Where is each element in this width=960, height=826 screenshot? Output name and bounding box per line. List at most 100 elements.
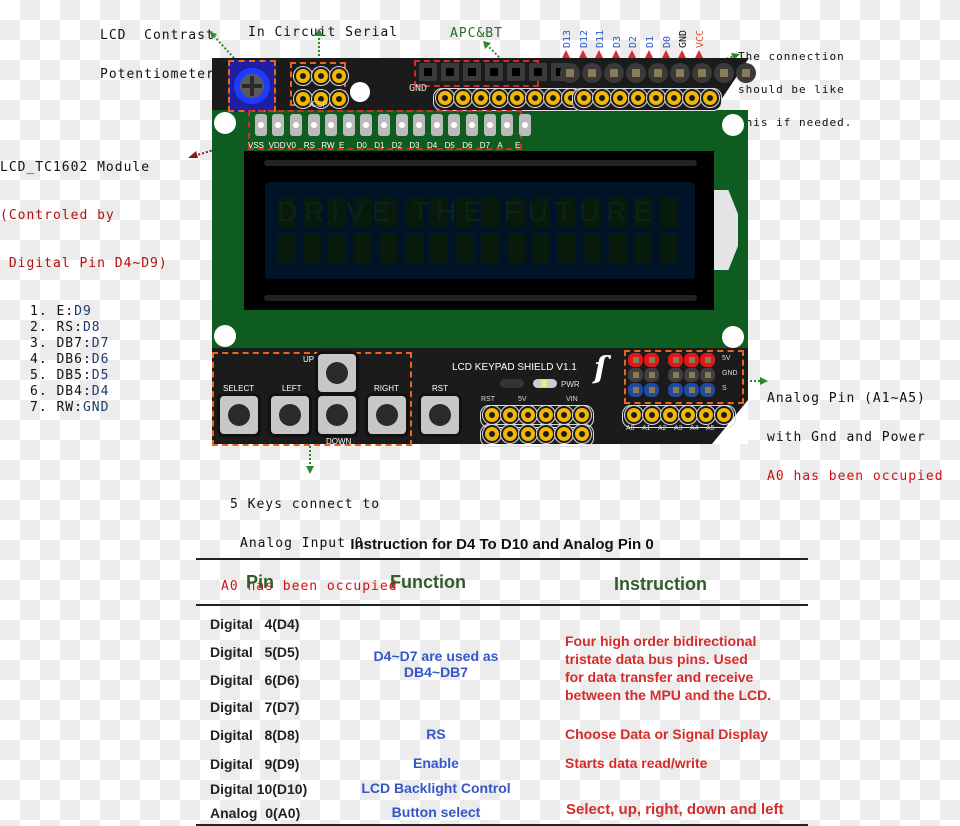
red-arrow-icon (661, 50, 670, 58)
analog-pin (628, 383, 643, 397)
red-arrow-icon (562, 50, 570, 58)
lcd-char-cell (557, 233, 576, 263)
instruction-table: Instruction for D4 To D10 and Analog Pin… (196, 536, 808, 826)
lcd-pin (342, 114, 355, 136)
pin-map-num: 2. (30, 320, 48, 335)
top-header-label: D12 (578, 29, 590, 48)
top-header-label: D2 (628, 35, 640, 48)
lcd-char-cell (353, 233, 372, 263)
lcd-char-cell (608, 233, 627, 263)
analog-pin (700, 383, 715, 397)
lcd-char-cell (659, 197, 678, 227)
pin-map-name: DB5: (56, 368, 92, 383)
analog-row-label: S (722, 385, 727, 392)
top-pin-header (559, 63, 757, 87)
red-arrow-icon (611, 50, 620, 58)
select-label: SELECT (223, 384, 255, 393)
table-row-pin: Digital 8(D8) (210, 727, 300, 743)
top-header-label: D0 (661, 35, 673, 48)
lcd-pin-label: E (339, 141, 345, 150)
analog-pin (644, 353, 659, 367)
right-button[interactable] (368, 396, 406, 434)
analog-pin (644, 383, 659, 397)
table-title: Instruction for D4 To D10 and Analog Pin… (350, 536, 654, 553)
lcd-pin-label: VSS (248, 141, 265, 150)
top-header-label: GND (678, 29, 690, 48)
top-header-label: D11 (595, 29, 607, 48)
header-instruction: Instruction (614, 574, 707, 594)
instruction-a0: Select, up, right, down and left (566, 801, 784, 818)
lcd-pin (465, 114, 478, 136)
lcd-pin (254, 114, 267, 136)
lcd-module-sub1: (Controled by (0, 208, 115, 223)
pwr-label: PWR (561, 380, 580, 389)
instruction-d4-d7-line3: for data transfer and receive (565, 669, 754, 685)
analog-header-label: A0 (626, 425, 635, 432)
connection-note-line3: this if needed. (738, 116, 853, 129)
pin-map-num: 4. (30, 352, 48, 367)
up-button[interactable] (318, 354, 356, 392)
function-d8: RS (426, 726, 446, 742)
pin-map-pin: D5 (91, 368, 110, 383)
instruction-d4-d7-line2: tristate data bus pins. Used (565, 651, 748, 667)
vin-header-label: VIN (566, 396, 578, 403)
lcd-pin-label: RW (321, 141, 335, 150)
lcd-pin (395, 114, 408, 136)
pin-map-pin: D6 (91, 352, 110, 367)
analog-annotation: Analog Pin (A1~A5) with Gnd and Power A0… (767, 366, 944, 496)
analog-pin (668, 368, 683, 382)
lcd-pin-map-item: 1. E:D9 (30, 304, 168, 320)
pin-map-num: 6. (30, 384, 48, 399)
lcd-pin-map-list: 1. E:D9 2. RS:D8 3. DB7:D7 4. DB6:D6 5. DB5:… (0, 304, 168, 416)
lcd-char-cell (659, 233, 678, 263)
analog-pin (684, 353, 699, 367)
lcd-pin-map-item: 3. DB7:D7 (30, 336, 168, 352)
contrast-potentiometer[interactable] (228, 60, 276, 112)
analog-header-label: A3 (674, 425, 683, 432)
red-arrow-icon (694, 50, 703, 58)
function-d10: LCD Backlight Control (361, 780, 511, 796)
lcd-char-cell (506, 233, 525, 263)
pin-map-num: 5. (30, 368, 48, 383)
instruction-d4-d7: Four high order bidirectional tristate d… (565, 632, 771, 704)
contrast-pot-arrow (208, 30, 235, 59)
reset-button[interactable] (421, 396, 459, 434)
lcd-char-cell (379, 233, 397, 263)
lcd-pin-label: D1 (374, 141, 385, 150)
lcd-pin-label: V0 (286, 141, 296, 150)
lcd-pin (325, 114, 338, 136)
analog-occupied: A0 has been occupied (767, 469, 944, 484)
lcd-row-2 (277, 233, 685, 263)
5v-header-label: 5V (518, 396, 527, 403)
lcd-pin-label: VDD (268, 141, 286, 150)
power-led (533, 379, 557, 388)
lcd-pin-label: D4 (427, 141, 438, 150)
left-label: LEFT (282, 384, 302, 393)
select-button[interactable] (220, 396, 258, 434)
analog-pin (668, 353, 683, 367)
lcd-pin-label: D2 (391, 141, 403, 150)
lcd-module-title: LCD_TC1602 Module (0, 160, 151, 175)
table-row-pin: Digital 7(D7) (210, 699, 300, 715)
shield-name: LCD KEYPAD SHIELD V1.1 (452, 362, 577, 373)
lcd-char-cell (481, 233, 499, 263)
lcd-pin (413, 114, 426, 136)
analog-pin-block: 5V GND S (624, 350, 744, 404)
analog-header-label: A1 (642, 425, 651, 432)
rst-header-label: RST (481, 396, 495, 403)
lcd-pin-map-item: 5. DB5:D5 (30, 368, 168, 384)
lcd-pin-label: RS (303, 141, 315, 150)
header-function: Function (390, 572, 466, 592)
table-row-pin: Analog 0(A0) (210, 805, 301, 821)
left-button[interactable] (271, 396, 309, 434)
lcd-pin (430, 114, 443, 136)
function-d4-d7-line2: DB4~DB7 (403, 664, 469, 680)
lcd-char-cell (328, 233, 346, 263)
lcd-char-cell (583, 233, 601, 263)
table-row-pin: Digital 5(D5) (210, 644, 300, 660)
mount-hole (722, 114, 744, 136)
analog-header-label: A5 (706, 425, 715, 432)
down-button[interactable] (318, 396, 356, 434)
dfrobot-logo-icon: ſ (594, 351, 607, 386)
analog-header-label: A4 (690, 425, 699, 432)
